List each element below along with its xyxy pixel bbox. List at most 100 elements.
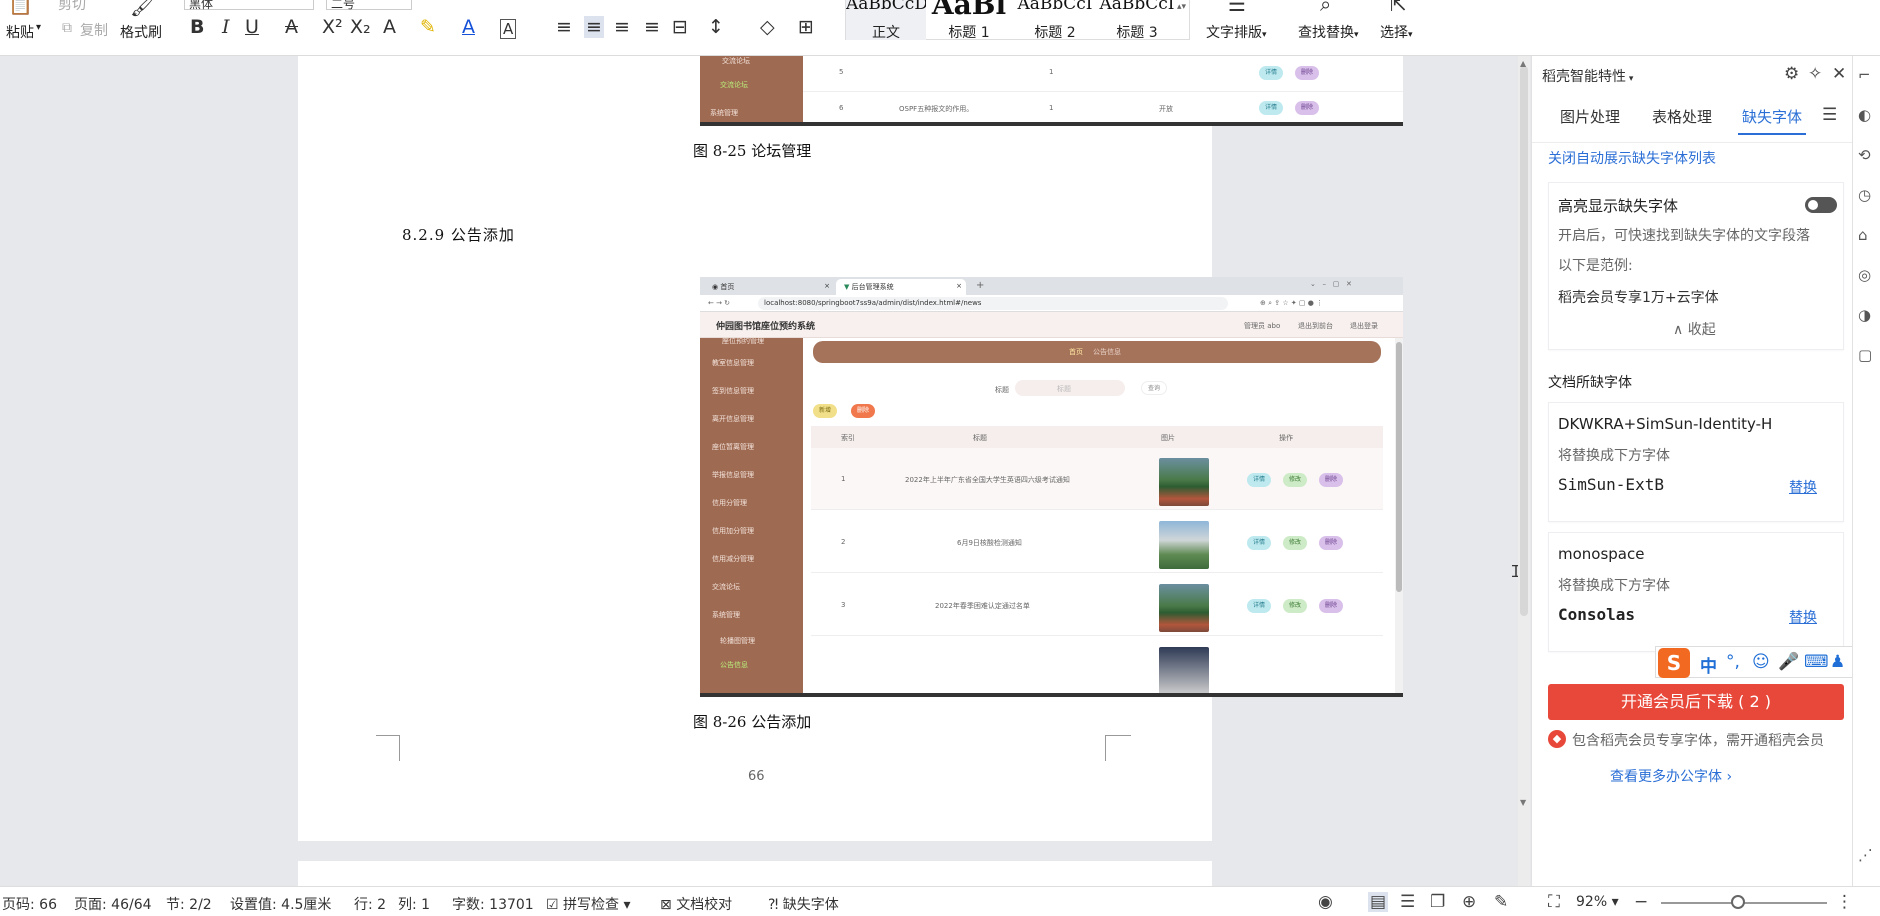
tool-icon[interactable]: ⌂ [1858,226,1868,244]
ribbon-toolbar: 📋 粘贴 ▾ 剪切 ⧉ 复制 🖌 格式刷 黑体 二号 B I U A X² X₂… [0,0,1880,56]
text-layout-button[interactable]: 文字排版▾ [1206,22,1267,42]
align-center-icon[interactable]: ≡ [584,16,604,38]
settings-icon[interactable]: ⚙ [1784,64,1799,84]
replace-button[interactable]: 替换 [1789,607,1817,627]
copy-button[interactable]: 复制 [80,20,108,40]
font-size-select[interactable]: 二号 [326,0,412,11]
ime-toolbar[interactable]: S 中 °, ☺ 🎤 ⌨ ♟ 👕 [1655,646,1880,678]
emoji-icon[interactable]: ☺ [1752,652,1770,672]
bold-icon[interactable]: B [190,16,204,38]
style-heading-2[interactable]: AaBbCcI 标题 2 [1014,0,1096,41]
spell-check-button[interactable]: ☑ 拼写检查 ▾ [546,894,631,914]
tool-icon[interactable]: ⌐ [1858,66,1871,84]
superscript-icon[interactable]: X² [322,16,343,38]
reading-view-icon[interactable]: ❐ [1430,892,1445,912]
status-page-code[interactable]: 页码: 66 [2,894,57,914]
status-word-count[interactable]: 字数: 13701 [452,894,534,914]
missing-font-status-button[interactable]: ⁈ 缺失字体 [768,894,839,914]
more-fonts-link[interactable]: 查看更多办公字体 › [1610,766,1732,786]
copy-icon[interactable]: ⧉ [62,20,72,36]
zoom-slider-handle[interactable] [1731,895,1745,909]
tab-table-processing[interactable]: 表格处理 [1652,106,1712,127]
paste-button[interactable]: 粘贴 [6,22,34,42]
zoom-out-icon[interactable]: − [1634,892,1648,912]
borders-icon[interactable]: ⊞ [798,16,814,38]
status-row[interactable]: 行: 2 [354,894,386,914]
outline-view-icon[interactable]: ☰ [1400,892,1415,912]
cut-button[interactable]: 剪切 [58,0,86,14]
tab-missing-fonts[interactable]: 缺失字体 [1742,106,1802,127]
select-button[interactable]: 选择▾ [1380,22,1413,42]
eye-protection-icon[interactable]: ◉ [1318,892,1333,912]
justify-icon[interactable]: ≡ [644,16,660,38]
panel-title[interactable]: 稻壳智能特性 ▾ [1542,66,1633,86]
font-name-select[interactable]: 黑体 [184,0,314,11]
line-spacing-icon[interactable]: ↕ [708,16,724,38]
find-replace-button[interactable]: 查找替换▾ [1298,22,1359,42]
tool-icon[interactable]: ◐ [1858,106,1871,124]
distribute-icon[interactable]: ⊟ [672,16,688,38]
strikethrough-icon[interactable]: A [285,16,298,38]
status-page[interactable]: 页面: 46/64 [74,894,152,914]
write-view-icon[interactable]: ✎ [1494,892,1508,912]
fit-page-icon[interactable]: ⛶ [1548,892,1560,912]
close-auto-list-link[interactable]: 关闭自动展示缺失字体列表 [1548,148,1716,168]
subscript-icon[interactable]: X₂ [350,16,371,38]
font-color-icon[interactable]: A [462,16,475,38]
format-painter-button[interactable]: 格式刷 [120,22,162,42]
document-area[interactable]: 交流论坛 交流论坛 系统管理 5 1 详情 删除 6 OSPF五种报文的作用。 … [0,56,1520,901]
status-setting[interactable]: 设置值: 4.5厘米 [230,894,331,914]
user-icon[interactable]: ♟ [1830,652,1845,672]
proofread-button[interactable]: ⊠ 文档校对 [660,894,732,914]
status-section[interactable]: 节: 2/2 [166,894,212,914]
tool-icon[interactable]: ⟲ [1858,146,1871,164]
scroll-up-icon[interactable]: ▲ [1520,59,1526,68]
font-effect-icon[interactable]: A [383,16,396,38]
close-icon[interactable]: ✕ [1832,64,1846,84]
zoom-in-icon[interactable]: ⋮ [1836,892,1853,912]
select-cursor-icon[interactable]: ⇱ [1390,0,1407,16]
italic-icon[interactable]: I [222,16,230,38]
more-icon[interactable]: ⋰ [1858,846,1873,864]
highlight-icon[interactable]: ✎ [420,16,436,38]
document-scrollbar[interactable]: ▲ ▼ [1518,56,1530,886]
tool-icon[interactable]: ▢ [1858,346,1872,364]
gallery-scroll-icon[interactable]: ▴▾ [1177,2,1186,12]
microphone-icon[interactable]: 🎤 [1778,652,1799,672]
document-page[interactable]: 交流论坛 交流论坛 系统管理 5 1 详情 删除 6 OSPF五种报文的作用。 … [298,56,1403,841]
ime-mode[interactable]: 中 [1700,652,1717,677]
tab-image-processing[interactable]: 图片处理 [1560,106,1620,127]
align-left-icon[interactable]: ≡ [556,16,572,38]
download-fonts-button[interactable]: 开通会员后下载 ( 2 ) [1548,684,1844,720]
style-heading-1[interactable]: AaBl 标题 1 [928,0,1010,41]
tool-icon[interactable]: ◑ [1858,306,1871,324]
scroll-down-icon[interactable]: ▼ [1520,798,1526,807]
collapse-button[interactable]: ∧ 收起 [1673,319,1716,339]
scroll-thumb[interactable] [1520,66,1528,616]
keyboard-icon[interactable]: ⌨ [1804,652,1829,672]
menu-icon[interactable]: ☰ [1822,105,1837,125]
style-heading-3[interactable]: AaBbCcI 标题 3 [1098,0,1176,41]
paste-icon[interactable]: 📋 [8,0,33,16]
text-layout-icon[interactable]: ☰ [1228,0,1246,16]
replacement-font-name: Consolas [1558,605,1636,624]
status-col[interactable]: 列: 1 [398,894,430,914]
highlight-toggle[interactable] [1805,197,1837,213]
zoom-level[interactable]: 92% ▾ [1576,894,1619,910]
punctuation-icon[interactable]: °, [1726,652,1740,672]
align-right-icon[interactable]: ≡ [614,16,630,38]
tool-icon[interactable]: ◷ [1858,186,1871,204]
char-border-icon[interactable]: A [500,19,517,39]
shading-icon[interactable]: ◇ [760,16,775,38]
tool-icon[interactable]: ◎ [1858,266,1871,284]
underline-icon[interactable]: U [245,16,259,38]
format-painter-icon[interactable]: 🖌 [130,0,155,18]
browser-tab: ◉ 首页 × [712,282,830,291]
breadcrumb: 首页 公告信息 [813,341,1381,363]
style-normal[interactable]: AaBbCcDc 正文 [846,0,926,41]
page-view-icon[interactable]: ▤ [1368,892,1389,912]
find-replace-icon[interactable]: ⌕ [1320,0,1331,16]
web-view-icon[interactable]: ⊕ [1462,892,1476,912]
pin-icon[interactable]: ✧ [1808,64,1822,84]
replace-button[interactable]: 替换 [1789,477,1817,497]
